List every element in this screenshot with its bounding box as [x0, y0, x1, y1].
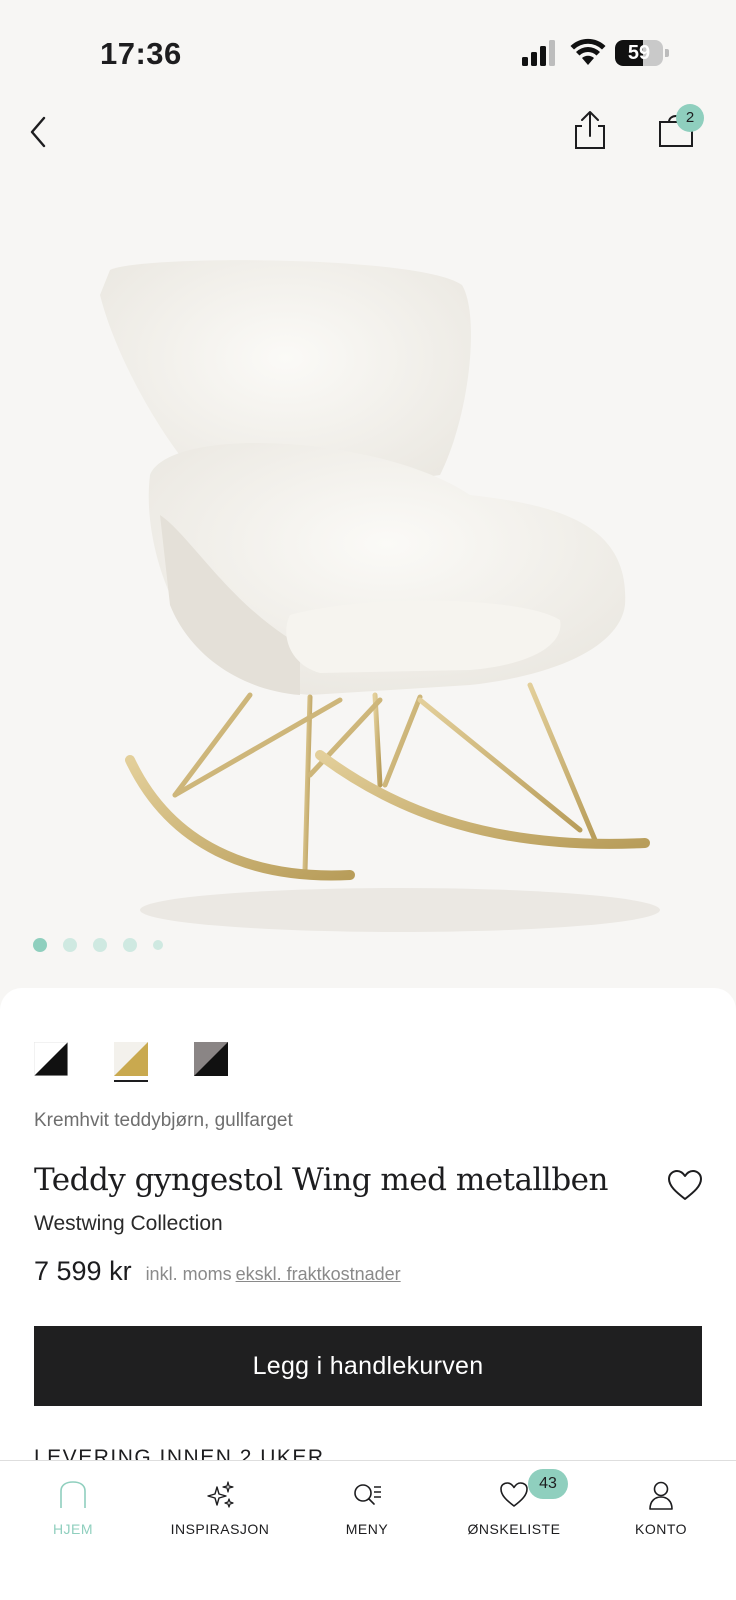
swatch-black-white[interactable]: [34, 1042, 68, 1076]
tab-inspiration[interactable]: INSPIRASJON: [150, 1479, 290, 1537]
heart-icon: [500, 1482, 528, 1507]
tab-wishlist-label: ØNSKELISTE: [467, 1521, 561, 1537]
gallery-dot-2[interactable]: [63, 938, 77, 952]
user-icon: [649, 1481, 673, 1510]
gallery-pagination: [33, 938, 179, 952]
search-menu-icon: [354, 1484, 381, 1505]
gallery-dot-5[interactable]: [153, 940, 163, 950]
status-bar: 17:36 59: [0, 0, 736, 100]
gallery-dot-3[interactable]: [93, 938, 107, 952]
swatch-gold-white[interactable]: [114, 1042, 148, 1076]
product-price: 7 599 kr: [34, 1256, 132, 1286]
add-to-cart-button[interactable]: Legg i handlekurven: [34, 1326, 702, 1406]
status-time: 17:36: [100, 36, 182, 71]
gallery-dot-4[interactable]: [123, 938, 137, 952]
variant-label: Kremhvit teddybjørn, gullfarget: [34, 1110, 293, 1131]
product-brand[interactable]: Westwing Collection: [34, 1212, 223, 1236]
wifi-icon: [570, 38, 606, 65]
gallery-dot-1[interactable]: [33, 938, 47, 952]
battery-icon: 59: [615, 40, 669, 66]
cart-button[interactable]: 2: [654, 104, 704, 152]
tab-account-label: KONTO: [634, 1521, 688, 1537]
tab-home[interactable]: HJEM: [3, 1479, 143, 1537]
wishlist-heart-icon[interactable]: [666, 1168, 704, 1202]
product-image[interactable]: [0, 175, 736, 975]
tab-menu-label: MENY: [345, 1521, 389, 1537]
sparkle-icon: [207, 1481, 234, 1508]
swatch-grey-black[interactable]: [194, 1042, 228, 1076]
product-title: Teddy gyngestol Wing med metallben: [34, 1162, 608, 1198]
cart-count-badge: 2: [676, 104, 704, 132]
tab-inspiration-label: INSPIRASJON: [170, 1521, 270, 1537]
share-icon[interactable]: [568, 108, 612, 152]
vat-note: inkl. moms: [145, 1264, 232, 1284]
cellular-signal-icon: [522, 40, 555, 66]
shipping-costs-link[interactable]: ekskl. fraktkostnader: [236, 1264, 401, 1285]
bottom-tab-bar: HJEM INSPIRASJON MENY 43 ØNSKELISTE KONT…: [0, 1460, 736, 1600]
battery-level: 59: [627, 42, 651, 64]
tab-account[interactable]: KONTO: [591, 1479, 731, 1537]
wishlist-count-badge: 43: [528, 1469, 568, 1499]
tab-menu[interactable]: MENY: [297, 1479, 437, 1537]
selected-swatch-indicator: [114, 1080, 148, 1082]
tab-home-label: HJEM: [52, 1521, 94, 1537]
home-icon: [60, 1481, 86, 1508]
back-icon[interactable]: [20, 112, 60, 152]
tab-wishlist[interactable]: 43 ØNSKELISTE: [444, 1469, 584, 1537]
price-row: 7 599 kr inkl. moms ekskl. fraktkostnade…: [34, 1256, 401, 1287]
